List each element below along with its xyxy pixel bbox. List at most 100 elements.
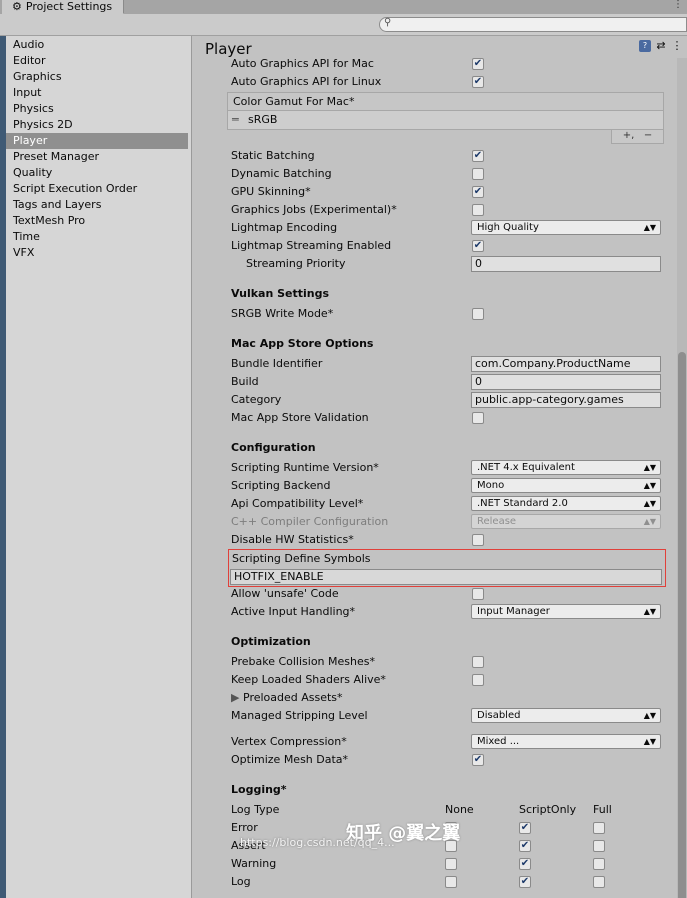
sidebar-item-physics-2d[interactable]: Physics 2D — [6, 117, 192, 133]
more-options-icon[interactable]: ⋮ — [671, 40, 683, 52]
dropdown-arrow-icon: ▲▼ — [643, 223, 656, 232]
allow-unsafe-checkbox[interactable] — [472, 588, 484, 600]
scripting-backend-dropdown[interactable]: Mono ▲▼ — [471, 478, 661, 493]
srgb-write-row: SRGB Write Mode* — [231, 305, 671, 323]
vertex-compression-dropdown[interactable]: Mixed ... ▲▼ — [471, 734, 661, 749]
log-scriptonly-checkbox[interactable]: ✔ — [519, 876, 531, 888]
sidebar-item-time[interactable]: Time — [6, 229, 192, 245]
log-none-checkbox[interactable] — [445, 876, 457, 888]
scrollbar-thumb[interactable] — [678, 352, 686, 898]
color-gamut-item[interactable]: ═ sRGB — [228, 111, 663, 129]
assert-full-checkbox[interactable] — [593, 840, 605, 852]
sidebar-item-graphics[interactable]: Graphics — [6, 69, 192, 85]
color-gamut-header: Color Gamut For Mac* — [228, 93, 663, 111]
dynamic-batching-checkbox[interactable] — [472, 168, 484, 180]
project-settings-tab[interactable]: ⚙ Project Settings — [2, 0, 124, 14]
prebake-row: Prebake Collision Meshes* — [231, 653, 671, 671]
stripping-level-row: Managed Stripping Level Disabled ▲▼ — [231, 707, 671, 725]
scripting-runtime-dropdown[interactable]: .NET 4.x Equivalent ▲▼ — [471, 460, 661, 475]
color-gamut-list: Color Gamut For Mac* ═ sRGB — [227, 92, 664, 130]
graphics-jobs-checkbox[interactable] — [472, 204, 484, 216]
sidebar-item-quality[interactable]: Quality — [6, 165, 192, 181]
auto-graphics-linux-checkbox[interactable]: ✔ — [472, 76, 484, 88]
scripting-define-symbols-field[interactable]: HOTFIX_ENABLE — [230, 569, 662, 585]
search-input[interactable]: ⚲ — [379, 17, 687, 32]
help-book-icon[interactable]: ? — [639, 40, 651, 52]
add-item-button[interactable]: +, — [623, 130, 635, 141]
dropdown-arrow-icon: ▲▼ — [643, 517, 656, 526]
scripting-runtime-row: Scripting Runtime Version* .NET 4.x Equi… — [231, 459, 671, 477]
watermark-url: https://blog.csdn.net/qq_4... — [240, 836, 395, 849]
auto-graphics-mac-checkbox[interactable]: ✔ — [472, 58, 484, 70]
foldout-arrow-icon[interactable]: ▶ — [231, 691, 239, 704]
dropdown-arrow-icon: ▲▼ — [643, 481, 656, 490]
disable-hw-stats-checkbox[interactable] — [472, 534, 484, 546]
error-scriptonly-checkbox[interactable]: ✔ — [519, 822, 531, 834]
dynamic-batching-row: Dynamic Batching — [231, 165, 671, 183]
auto-graphics-mac-row: Auto Graphics API for Mac ✔ — [231, 57, 484, 70]
window-menu-icon[interactable]: ⋮ — [673, 0, 683, 10]
log-log-row: Log ✔ — [231, 873, 671, 891]
error-full-checkbox[interactable] — [593, 822, 605, 834]
scripting-define-symbols-highlight: Scripting Define Symbols HOTFIX_ENABLE — [228, 549, 666, 587]
sidebar-item-vfx[interactable]: VFX — [6, 245, 192, 261]
srgb-write-checkbox[interactable] — [472, 308, 484, 320]
stripping-level-dropdown[interactable]: Disabled ▲▼ — [471, 708, 661, 723]
category-field[interactable]: public.app-category.games — [471, 392, 661, 408]
sidebar-item-physics[interactable]: Physics — [6, 101, 192, 117]
static-batching-checkbox[interactable]: ✔ — [472, 150, 484, 162]
mac-validation-checkbox[interactable] — [472, 412, 484, 424]
api-compatibility-row: Api Compatibility Level* .NET Standard 2… — [231, 495, 671, 513]
active-input-row: Active Input Handling* Input Manager ▲▼ — [231, 603, 671, 621]
allow-unsafe-row: Allow 'unsafe' Code — [231, 585, 671, 603]
assert-scriptonly-checkbox[interactable]: ✔ — [519, 840, 531, 852]
vulkan-settings-header: Vulkan Settings — [231, 287, 330, 300]
active-input-dropdown[interactable]: Input Manager ▲▼ — [471, 604, 661, 619]
col-scriptonly: ScriptOnly — [519, 803, 577, 816]
sidebar-item-tags-and-layers[interactable]: Tags and Layers — [6, 197, 192, 213]
drag-handle-icon[interactable]: ═ — [232, 111, 242, 129]
settings-category-list: Audio Editor Graphics Input Physics Phys… — [6, 36, 192, 898]
optimize-mesh-checkbox[interactable]: ✔ — [472, 754, 484, 766]
scripting-define-symbols-label: Scripting Define Symbols — [232, 552, 371, 565]
streaming-priority-field[interactable]: 0 — [471, 256, 661, 272]
mac-validation-row: Mac App Store Validation — [231, 409, 671, 427]
dropdown-arrow-icon: ▲▼ — [643, 711, 656, 720]
scrollbar[interactable] — [677, 58, 687, 898]
scripting-backend-row: Scripting Backend Mono ▲▼ — [231, 477, 671, 495]
gpu-skinning-checkbox[interactable]: ✔ — [472, 186, 484, 198]
remove-item-button[interactable]: − — [644, 130, 652, 141]
lightmap-streaming-row: Lightmap Streaming Enabled ✔ — [231, 239, 484, 252]
warning-full-checkbox[interactable] — [593, 858, 605, 870]
gpu-skinning-row: GPU Skinning* ✔ — [231, 185, 484, 198]
preloaded-assets-row[interactable]: ▶ Preloaded Assets* — [231, 689, 671, 707]
preset-icon[interactable]: ⇄ — [655, 40, 667, 52]
log-full-checkbox[interactable] — [593, 876, 605, 888]
warning-none-checkbox[interactable] — [445, 858, 457, 870]
build-row: Build 0 — [231, 373, 671, 391]
warning-scriptonly-checkbox[interactable]: ✔ — [519, 858, 531, 870]
sidebar-item-script-execution-order[interactable]: Script Execution Order — [6, 181, 192, 197]
optimize-mesh-row: Optimize Mesh Data* ✔ — [231, 753, 484, 766]
lightmap-encoding-dropdown[interactable]: High Quality ▲▼ — [471, 220, 661, 235]
sidebar-item-textmesh-pro[interactable]: TextMesh Pro — [6, 213, 192, 229]
color-gamut-add-remove: +, − — [611, 130, 664, 144]
bundle-identifier-field[interactable]: com.Company.ProductName — [471, 356, 661, 372]
lightmap-streaming-checkbox[interactable]: ✔ — [472, 240, 484, 252]
sidebar-item-editor[interactable]: Editor — [6, 53, 192, 69]
streaming-priority-row: Streaming Priority 0 — [231, 255, 671, 273]
col-none: None — [445, 803, 474, 816]
static-batching-row: Static Batching ✔ — [231, 149, 484, 162]
configuration-header: Configuration — [231, 441, 316, 454]
sidebar-item-player[interactable]: Player — [6, 133, 188, 149]
mac-app-store-header: Mac App Store Options — [231, 337, 374, 350]
cpp-compiler-row: C++ Compiler Configuration Release ▲▼ — [231, 513, 671, 531]
build-field[interactable]: 0 — [471, 374, 661, 390]
sidebar-item-audio[interactable]: Audio — [6, 37, 192, 53]
prebake-checkbox[interactable] — [472, 656, 484, 668]
keep-shaders-checkbox[interactable] — [472, 674, 484, 686]
log-warning-row: Warning ✔ — [231, 855, 671, 873]
api-compatibility-dropdown[interactable]: .NET Standard 2.0 ▲▼ — [471, 496, 661, 511]
sidebar-item-input[interactable]: Input — [6, 85, 192, 101]
sidebar-item-preset-manager[interactable]: Preset Manager — [6, 149, 192, 165]
